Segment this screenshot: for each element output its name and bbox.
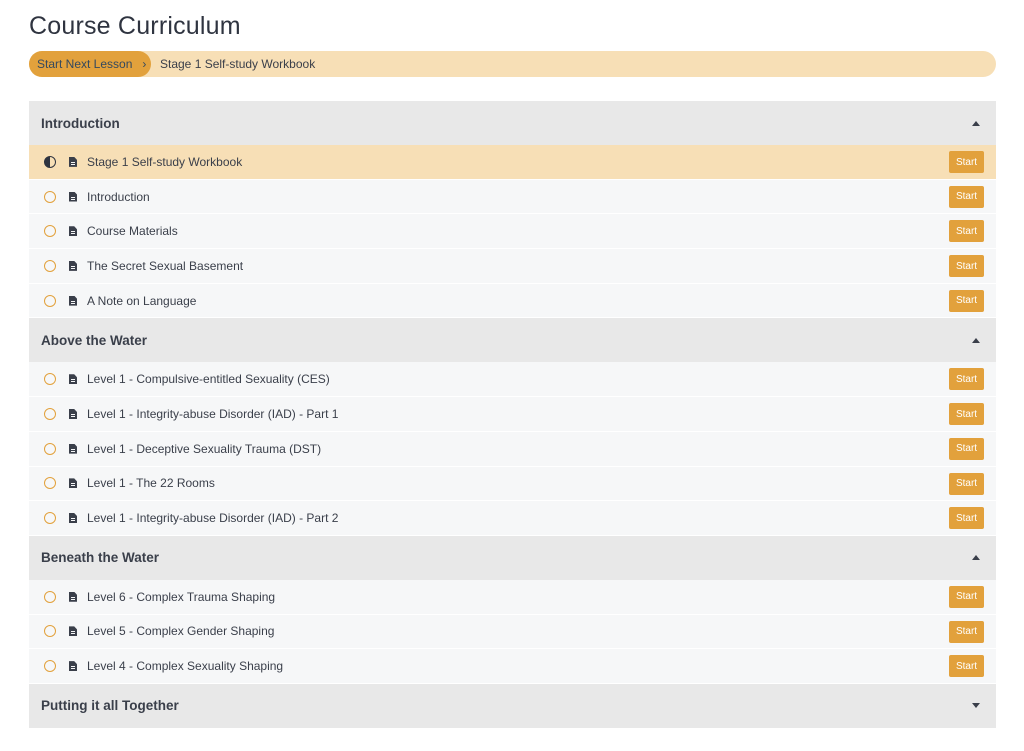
lesson-title[interactable]: Level 1 - Integrity-abuse Disorder (IAD)… bbox=[87, 511, 338, 525]
lesson-title[interactable]: A Note on Language bbox=[87, 294, 196, 308]
course-curriculum: Introduction Stage 1 Self-study Workbook S… bbox=[29, 101, 996, 728]
lesson-row[interactable]: Level 4 - Complex Sexuality Shaping Start bbox=[29, 649, 996, 684]
start-button[interactable]: Start bbox=[949, 507, 984, 530]
lesson-row[interactable]: Course Materials Start bbox=[29, 214, 996, 250]
lesson-title[interactable]: Level 5 - Complex Gender Shaping bbox=[87, 624, 274, 638]
start-button[interactable]: Start bbox=[949, 220, 984, 243]
start-button[interactable]: Start bbox=[949, 620, 984, 643]
start-button[interactable]: Start bbox=[949, 437, 984, 460]
lesson-row[interactable]: The Secret Sexual Basement Start bbox=[29, 249, 996, 284]
document-icon bbox=[69, 478, 77, 489]
section-header[interactable]: Putting it all Together bbox=[29, 683, 996, 728]
progress-empty-icon bbox=[44, 442, 56, 455]
lesson-row[interactable]: Level 1 - Integrity-abuse Disorder (IAD)… bbox=[29, 501, 996, 536]
caret-up-icon[interactable] bbox=[972, 337, 980, 343]
progress-empty-icon bbox=[44, 407, 56, 420]
lesson-row[interactable]: Stage 1 Self-study Workbook Start bbox=[29, 145, 996, 180]
start-button[interactable]: Start bbox=[949, 289, 984, 312]
document-icon bbox=[69, 156, 77, 167]
progress-empty-icon bbox=[44, 625, 56, 638]
caret-down-icon[interactable] bbox=[972, 703, 980, 709]
document-icon bbox=[69, 591, 77, 602]
lesson-row[interactable]: Level 5 - Complex Gender Shaping Start bbox=[29, 614, 996, 650]
progress-empty-icon bbox=[44, 590, 56, 603]
start-button[interactable]: Start bbox=[949, 403, 984, 426]
document-icon bbox=[69, 443, 77, 454]
lesson-title[interactable]: Level 1 - Integrity-abuse Disorder (IAD)… bbox=[87, 407, 338, 421]
progress-empty-icon bbox=[44, 190, 56, 203]
lesson-row[interactable]: Introduction Start bbox=[29, 179, 996, 215]
lesson-title[interactable]: Level 1 - Deceptive Sexuality Trauma (DS… bbox=[87, 442, 321, 456]
start-button[interactable]: Start bbox=[949, 585, 984, 608]
lesson-row[interactable]: Level 1 - Compulsive-entitled Sexuality … bbox=[29, 362, 996, 398]
section-title: Beneath the Water bbox=[41, 550, 160, 566]
document-icon bbox=[69, 260, 77, 271]
start-button[interactable]: Start bbox=[949, 255, 984, 278]
start-next-lesson-button[interactable]: Start Next Lesson › bbox=[29, 51, 151, 77]
document-icon bbox=[69, 626, 77, 637]
section-header[interactable]: Above the Water bbox=[29, 318, 996, 363]
start-button[interactable]: Start bbox=[949, 185, 984, 208]
section-title: Putting it all Together bbox=[41, 698, 179, 714]
lesson-title[interactable]: Introduction bbox=[87, 190, 150, 204]
document-icon bbox=[69, 191, 77, 202]
start-button[interactable]: Start bbox=[949, 151, 984, 173]
progress-empty-icon bbox=[44, 294, 56, 307]
caret-up-icon[interactable] bbox=[972, 555, 980, 561]
lesson-title[interactable]: Course Materials bbox=[87, 224, 178, 238]
start-button[interactable]: Start bbox=[949, 368, 984, 391]
caret-up-icon[interactable] bbox=[972, 120, 980, 126]
lesson-title[interactable]: Level 1 - Compulsive-entitled Sexuality … bbox=[87, 372, 330, 386]
next-lesson-bar: Start Next Lesson › Stage 1 Self-study W… bbox=[29, 51, 996, 77]
document-icon bbox=[69, 374, 77, 385]
start-button[interactable]: Start bbox=[949, 655, 984, 678]
lesson-title[interactable]: Level 6 - Complex Trauma Shaping bbox=[87, 590, 275, 604]
lesson-title[interactable]: Level 4 - Complex Sexuality Shaping bbox=[87, 659, 283, 673]
lesson-title[interactable]: Level 1 - The 22 Rooms bbox=[87, 476, 215, 490]
section-header[interactable]: Beneath the Water bbox=[29, 535, 996, 580]
section-header[interactable]: Introduction bbox=[29, 101, 996, 145]
lesson-row[interactable]: Level 1 - The 22 Rooms Start bbox=[29, 466, 996, 502]
lesson-row[interactable]: Level 6 - Complex Trauma Shaping Start bbox=[29, 579, 996, 615]
document-icon bbox=[69, 295, 77, 306]
lesson-title[interactable]: The Secret Sexual Basement bbox=[87, 259, 243, 273]
chevron-right-icon: › bbox=[142, 57, 147, 71]
document-icon bbox=[69, 661, 77, 672]
document-icon bbox=[69, 408, 77, 419]
progress-half-icon bbox=[44, 155, 56, 168]
section-title: Above the Water bbox=[41, 332, 148, 348]
document-icon bbox=[69, 226, 77, 237]
lesson-row[interactable]: Level 1 - Deceptive Sexuality Trauma (DS… bbox=[29, 431, 996, 467]
start-button[interactable]: Start bbox=[949, 472, 984, 495]
progress-empty-icon bbox=[44, 660, 56, 673]
document-icon bbox=[69, 513, 77, 524]
next-lesson-title: Stage 1 Self-study Workbook bbox=[160, 57, 316, 71]
section-title: Introduction bbox=[41, 115, 120, 131]
page-title: Course Curriculum bbox=[29, 12, 241, 40]
progress-empty-icon bbox=[44, 259, 56, 272]
lesson-title[interactable]: Stage 1 Self-study Workbook bbox=[87, 155, 242, 169]
lesson-row[interactable]: A Note on Language Start bbox=[29, 283, 996, 319]
start-next-lesson-label: Start Next Lesson bbox=[37, 57, 133, 71]
progress-empty-icon bbox=[44, 373, 56, 386]
progress-empty-icon bbox=[44, 477, 56, 490]
lesson-row[interactable]: Level 1 - Integrity-abuse Disorder (IAD)… bbox=[29, 397, 996, 432]
progress-empty-icon bbox=[44, 512, 56, 525]
progress-empty-icon bbox=[44, 225, 56, 238]
